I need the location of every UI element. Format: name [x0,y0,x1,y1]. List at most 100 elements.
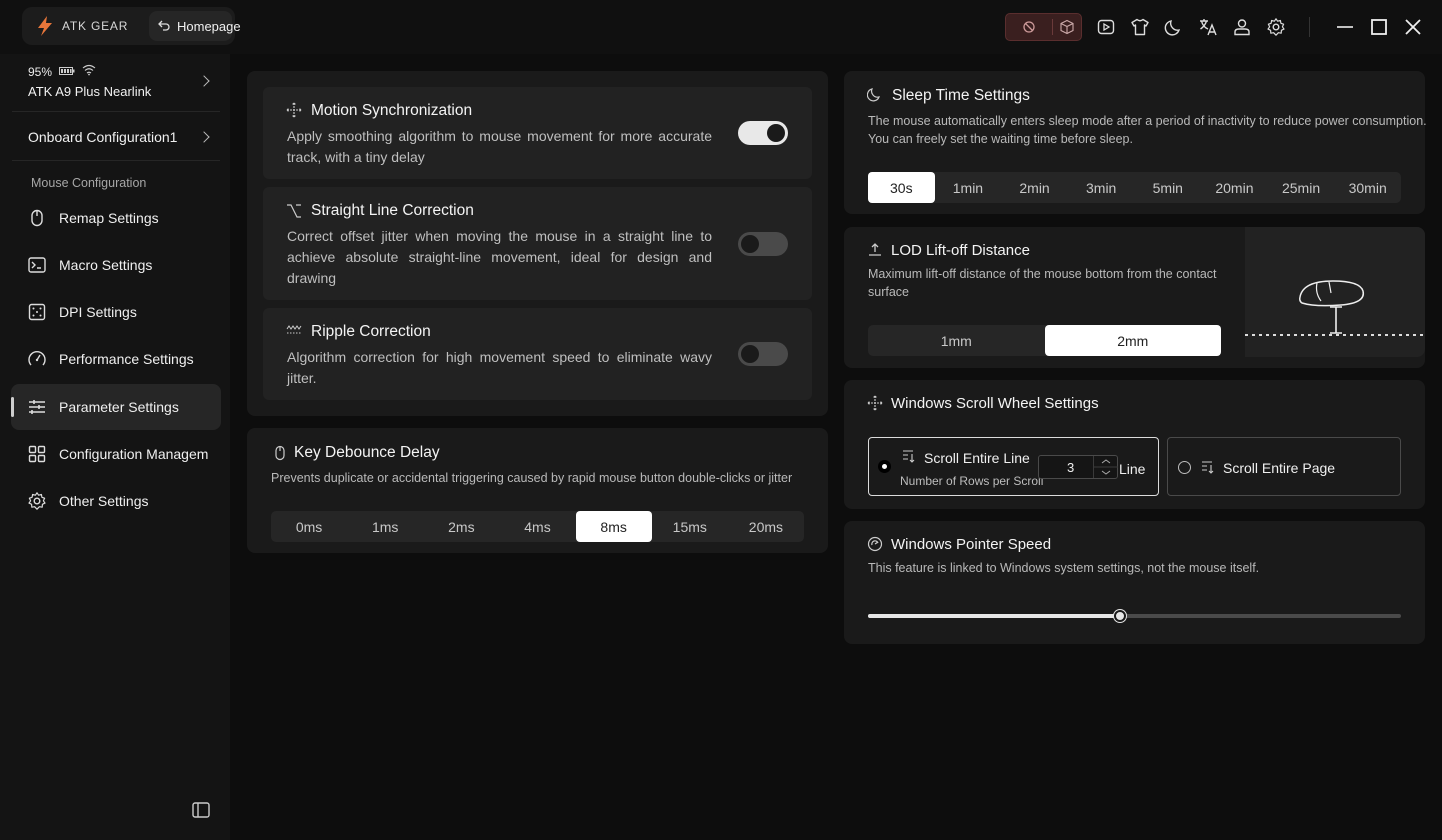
debounce-option[interactable]: 2ms [423,511,499,542]
brand-pill: ATK GEAR Homepage [22,7,241,45]
sleep-option[interactable]: 3min [1068,172,1135,203]
motion-sync-desc: Apply smoothing algorithm to mouse movem… [287,128,712,165]
moon-icon[interactable] [1164,17,1184,37]
move-arrows-icon [286,102,302,118]
lod-illustration [1245,227,1425,357]
sidebar-item-dpi[interactable]: DPI Settings [11,289,221,335]
straight-line-icon [287,204,301,218]
straight-line-desc: Correct offset jitter when moving the mo… [287,228,712,286]
sleep-option[interactable]: 2min [1001,172,1068,203]
sidebar-item-parameter[interactable]: Parameter Settings [11,384,221,430]
debounce-option[interactable]: 8ms [575,511,652,542]
debounce-option[interactable]: 1ms [347,511,423,542]
section-label-mouse-config: Mouse Configuration [31,176,147,190]
shirt-icon[interactable] [1130,17,1150,37]
onboard-config-label: Onboard Configuration1 [28,129,178,145]
scroll-line-radio[interactable] [878,460,891,473]
lod-desc-line1: Maximum lift-off distance of the mouse b… [868,267,1217,281]
title-bar: ATK GEAR Homepage [0,0,1442,54]
cube-icon [1060,19,1074,35]
close-icon[interactable] [1403,17,1423,37]
sidebar-collapse-icon[interactable] [192,802,210,818]
list-icon [1202,461,1214,474]
sleep-option[interactable]: 25min [1268,172,1335,203]
gauge-icon [28,351,46,366]
divider [12,160,220,161]
debounce-option[interactable]: 4ms [499,511,575,542]
sidebar-item-performance[interactable]: Performance Settings [11,336,221,382]
record-pill[interactable] [1005,13,1082,41]
sleep-option[interactable]: 30min [1334,172,1401,203]
move-arrows-icon [867,395,883,411]
wave-icon [286,325,302,334]
mouse-lift-icon [1245,280,1425,336]
motion-sync-toggle[interactable] [738,121,788,145]
sleep-option[interactable]: 30s [868,172,935,203]
user-icon[interactable] [1232,17,1252,37]
homepage-label: Homepage [177,19,241,34]
debounce-selector: 0ms 1ms 2ms 4ms 8ms 15ms 20ms [271,511,804,542]
lod-selector: 1mm 2mm [868,325,1221,356]
lod-option[interactable]: 1mm [868,325,1045,356]
ripple-desc: Algorithm correction for high movement s… [287,349,712,386]
settings-gear-icon[interactable] [1266,17,1286,37]
active-indicator [11,397,14,417]
sidebar-item-config-management[interactable]: Configuration Managem [11,431,221,477]
mouse-icon [275,445,285,461]
atk-logo-icon [38,16,52,36]
debounce-panel: Key Debounce Delay Prevents duplicate or… [247,428,828,553]
debounce-option[interactable]: 20ms [728,511,804,542]
lod-title: LOD Lift-off Distance [891,242,1030,259]
sidebar-item-label: Remap Settings [59,210,159,226]
sleep-selector: 30s 1min 2min 3min 5min 20min 25min 30min [868,172,1401,203]
debounce-option[interactable]: 0ms [271,511,347,542]
upload-icon [869,243,881,256]
stepper-arrows[interactable] [1093,456,1118,478]
scroll-page-radio[interactable] [1178,461,1191,474]
scroll-page-label: Scroll Entire Page [1223,460,1336,476]
disable-icon [1023,21,1035,33]
pointer-speed-slider[interactable] [868,610,1401,622]
sidebar-item-label: DPI Settings [59,304,137,320]
video-icon[interactable] [1096,17,1116,37]
gear-icon [28,492,46,510]
debounce-title: Key Debounce Delay [294,444,440,461]
chevron-right-icon [198,131,210,143]
ripple-toggle[interactable] [738,342,788,366]
sleep-option[interactable]: 1min [935,172,1002,203]
sleep-option[interactable]: 5min [1135,172,1202,203]
debounce-desc: Prevents duplicate or accidental trigger… [271,471,793,485]
stepper-arrows-icon [1094,459,1118,475]
lod-option[interactable]: 2mm [1044,325,1221,356]
speed-icon [867,536,883,552]
minimize-icon[interactable] [1335,17,1355,37]
sleep-desc-line1: The mouse automatically enters sleep mod… [868,114,1427,128]
sidebar-item-other-settings[interactable]: Other Settings [11,478,221,524]
toggle-knob [741,235,759,253]
sidebar-item-remap[interactable]: Remap Settings [11,195,221,241]
translate-icon[interactable] [1198,17,1218,37]
pointer-title: Windows Pointer Speed [891,536,1052,553]
slider-thumb[interactable] [1114,610,1126,622]
ripple-card: Ripple Correction Algorithm correction f… [263,308,812,400]
moon-icon [867,88,880,102]
terminal-icon [28,257,46,273]
homepage-button[interactable]: Homepage [149,11,241,41]
mouse-icon [31,209,43,227]
scroll-page-option[interactable]: Scroll Entire Page [1167,437,1401,496]
sidebar-item-macro[interactable]: Macro Settings [11,242,221,288]
sleep-option[interactable]: 20min [1201,172,1268,203]
straight-line-toggle[interactable] [738,232,788,256]
maximize-icon[interactable] [1369,17,1389,37]
scroll-rows-stepper[interactable]: 3 [1038,455,1118,479]
pointer-panel: Windows Pointer Speed This feature is li… [844,521,1425,644]
device-selector[interactable]: 95% ATK A9 Plus Nearlink [0,54,230,108]
scroll-rows-value: 3 [1067,460,1075,475]
titlebar-separator [1309,17,1310,37]
sidebar: 95% ATK A9 Plus Nearlink Onboard Configu… [0,54,230,840]
debounce-option[interactable]: 15ms [652,511,728,542]
battery-icon [59,67,75,75]
onboard-config-selector[interactable]: Onboard Configuration1 [0,112,230,160]
dice-icon [28,303,46,321]
sleep-title: Sleep Time Settings [892,87,1030,104]
